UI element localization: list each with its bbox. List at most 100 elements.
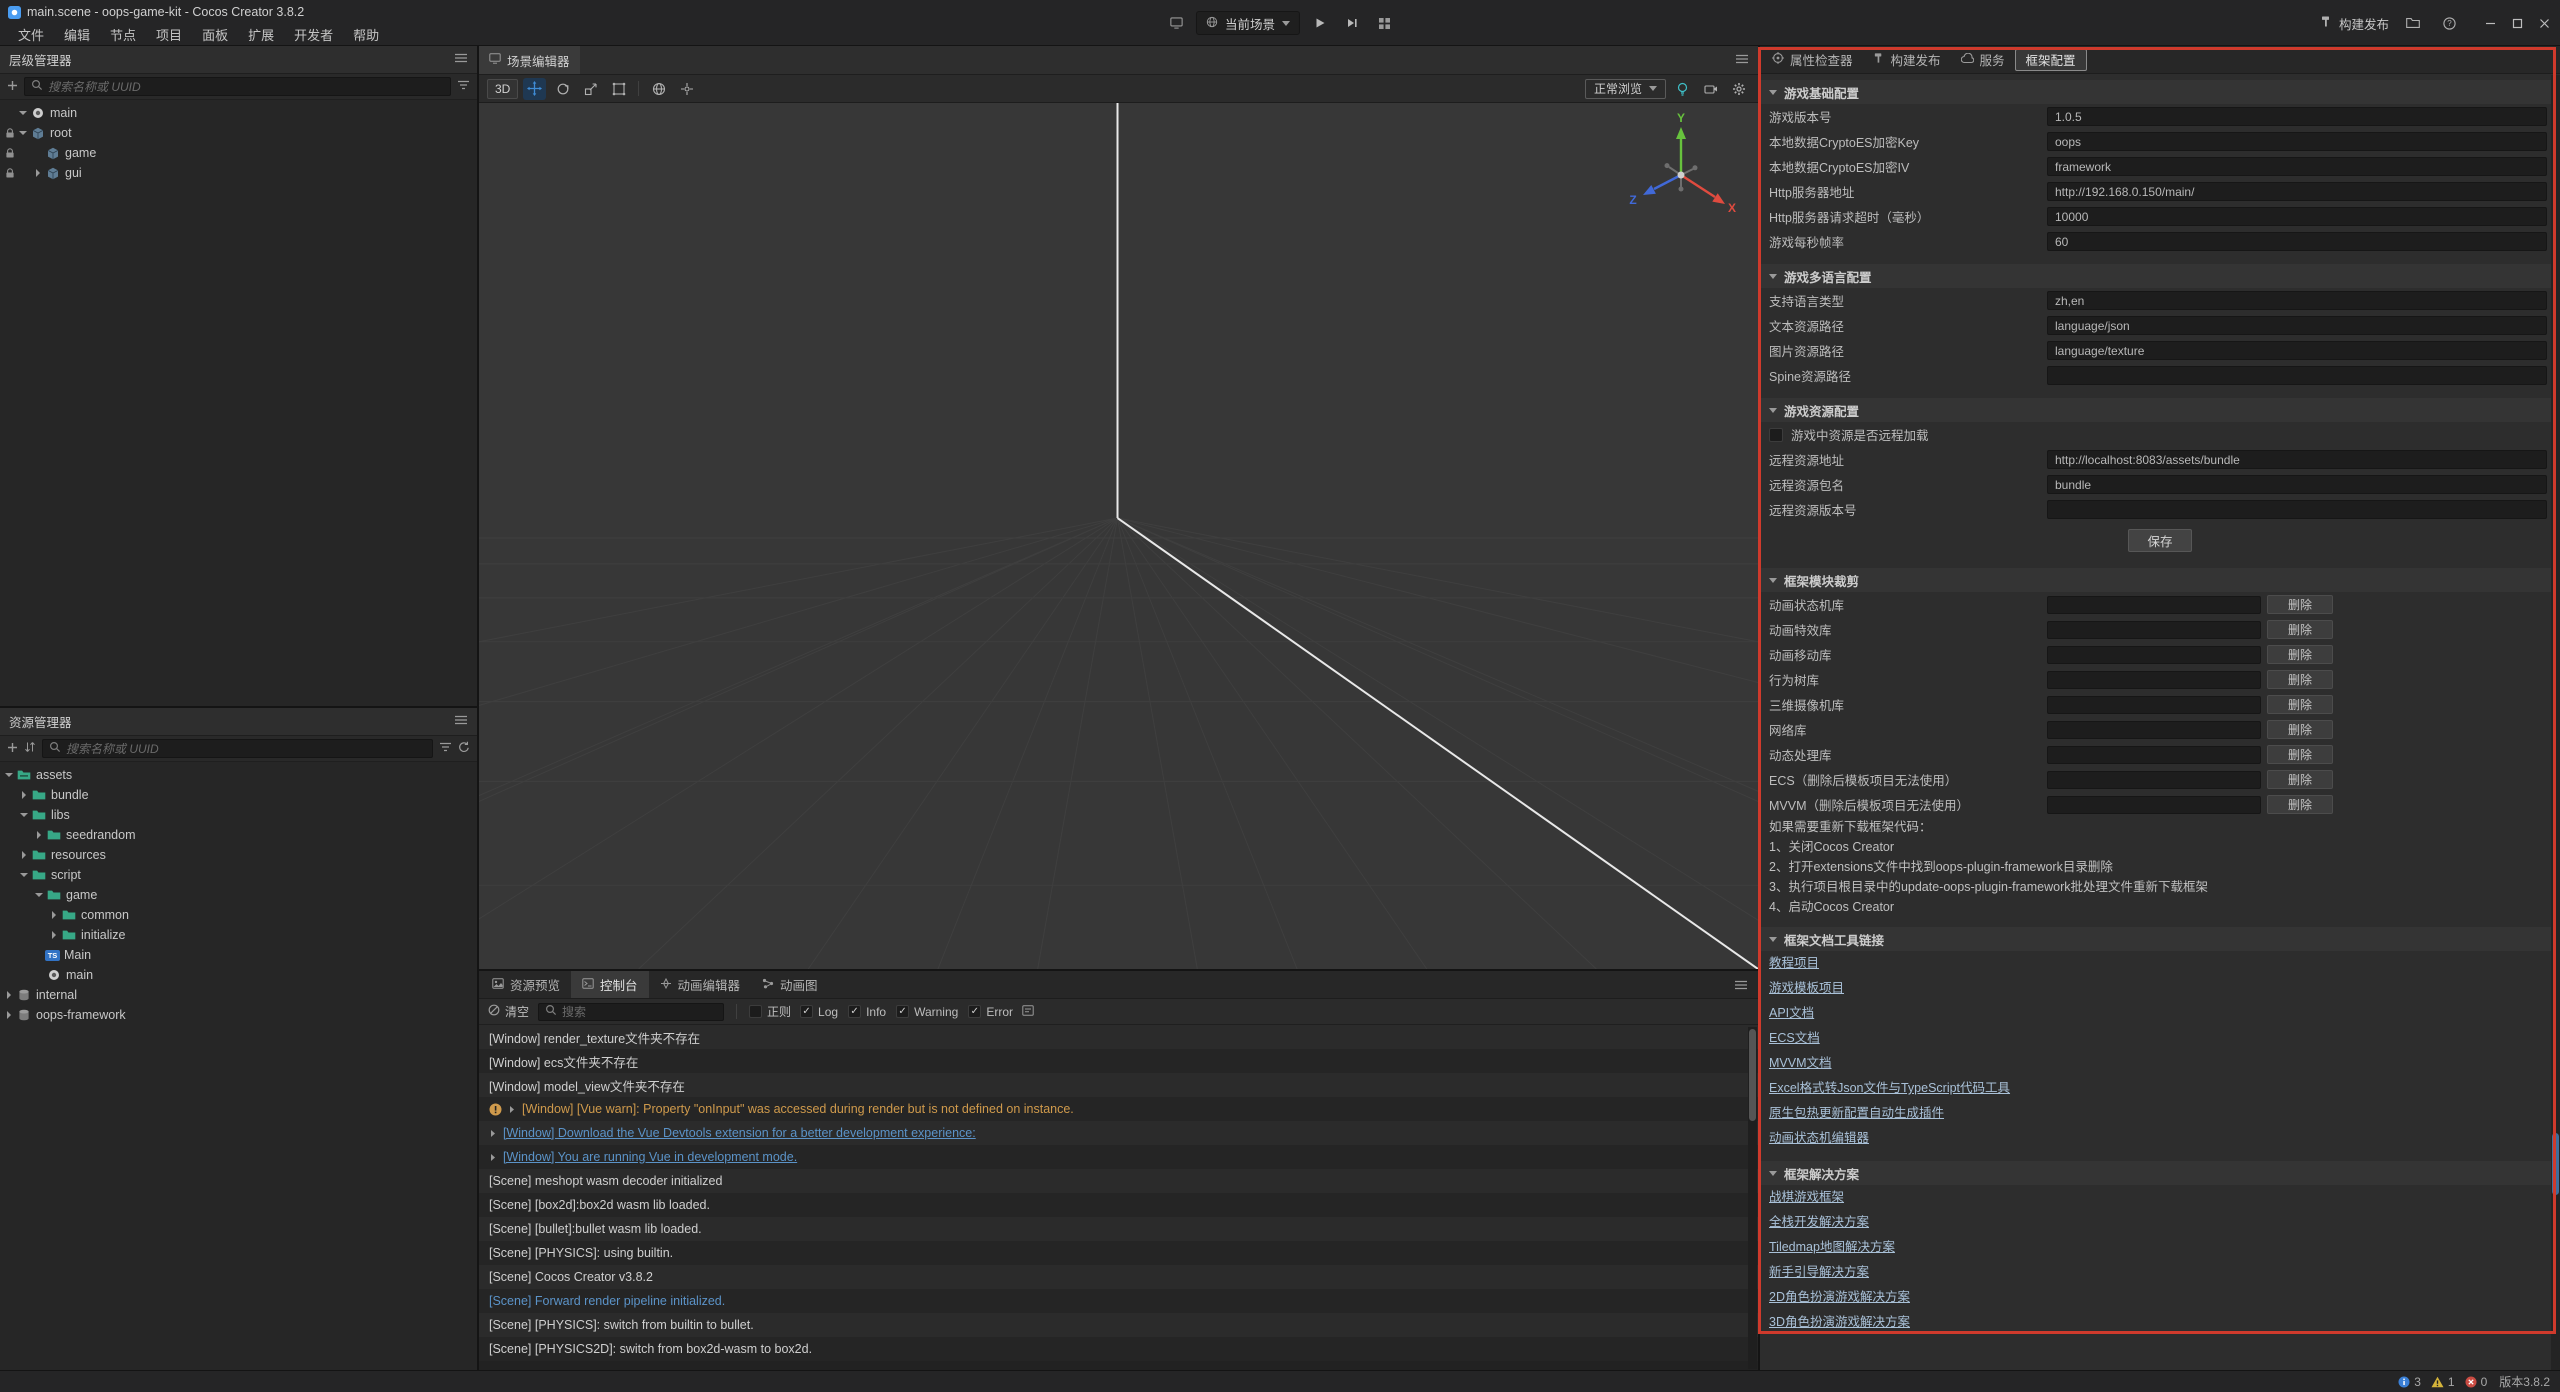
clear-console-button[interactable]: 清空 — [488, 1003, 529, 1020]
property-input[interactable] — [2047, 341, 2547, 360]
property-input[interactable] — [2047, 107, 2547, 126]
tree-node[interactable]: assets — [0, 765, 477, 785]
section-header-resource[interactable]: 游戏资源配置 — [1760, 398, 2560, 422]
space-toggle-icon[interactable] — [647, 78, 670, 100]
status-error-count[interactable]: 0 — [2465, 1375, 2488, 1389]
doc-link[interactable]: 2D角色扮演游戏解决方案 — [1769, 1285, 1910, 1310]
caret-right-icon[interactable] — [3, 991, 15, 999]
current-scene-dropdown[interactable]: 当前场景 — [1196, 11, 1300, 35]
caret-down-icon[interactable] — [33, 893, 45, 897]
panel-menu-icon[interactable] — [1726, 971, 1756, 998]
tree-node[interactable]: resources — [0, 845, 477, 865]
property-input[interactable] — [2047, 316, 2547, 335]
caret-right-icon[interactable] — [48, 911, 60, 919]
panel-menu-icon[interactable] — [454, 714, 468, 729]
section-header-modules[interactable]: 框架模块裁剪 — [1760, 568, 2560, 592]
module-input[interactable] — [2047, 696, 2261, 714]
project-folder-icon[interactable] — [2401, 11, 2425, 35]
doc-link[interactable]: API文档 — [1769, 1001, 1814, 1026]
tab-console[interactable]: 控制台 — [571, 971, 649, 998]
log-row[interactable]: [Scene] [box2d]:box2d wasm lib loaded. — [479, 1193, 1758, 1217]
scene-viewport[interactable]: Y X Z — [479, 103, 1758, 969]
delete-button[interactable]: 删除 — [2267, 620, 2333, 639]
panel-menu-icon[interactable] — [1735, 53, 1749, 68]
sort-assets-icon[interactable] — [24, 740, 36, 758]
property-input[interactable] — [2047, 366, 2547, 385]
doc-link[interactable]: 3D角色扮演游戏解决方案 — [1769, 1310, 1910, 1335]
lock-icon[interactable] — [3, 148, 17, 159]
regex-toggle[interactable]: 正则 — [749, 1003, 791, 1020]
menu-item[interactable]: 帮助 — [343, 25, 389, 44]
tree-node[interactable]: seedrandom — [0, 825, 477, 845]
filter-info[interactable]: Info — [848, 1005, 886, 1019]
doc-link[interactable]: Excel格式转Json文件与TypeScript代码工具 — [1769, 1076, 2010, 1101]
scale-tool-icon[interactable] — [579, 78, 602, 100]
delete-button[interactable]: 删除 — [2267, 770, 2333, 789]
tab-animation-editor[interactable]: 动画编辑器 — [649, 971, 752, 998]
tree-node[interactable]: gui — [0, 163, 477, 183]
log-row[interactable]: [Window] ecs文件夹不存在 — [479, 1049, 1758, 1073]
status-info-count[interactable]: 3 — [2398, 1375, 2421, 1389]
caret-right-icon[interactable] — [18, 851, 30, 859]
scene-camera-icon[interactable] — [1699, 78, 1722, 100]
scrollbar-thumb[interactable] — [1749, 1029, 1756, 1121]
caret-down-icon[interactable] — [3, 773, 15, 777]
delete-button[interactable]: 删除 — [2267, 795, 2333, 814]
menu-item[interactable]: 编辑 — [54, 25, 100, 44]
module-input[interactable] — [2047, 746, 2261, 764]
doc-link[interactable]: 动画状态机编辑器 — [1769, 1126, 1869, 1151]
property-input[interactable] — [2047, 450, 2547, 469]
section-header-basic[interactable]: 游戏基础配置 — [1760, 80, 2560, 104]
tree-node[interactable]: common — [0, 905, 477, 925]
rect-tool-icon[interactable] — [607, 78, 630, 100]
doc-link[interactable]: 教程项目 — [1769, 951, 1819, 976]
menu-item[interactable]: 项目 — [146, 25, 192, 44]
console-search-input[interactable] — [562, 1005, 717, 1019]
module-input[interactable] — [2047, 671, 2261, 689]
tab-build[interactable]: 构建发布 — [1863, 46, 1951, 73]
tree-node[interactable]: script — [0, 865, 477, 885]
caret-right-icon[interactable] — [48, 931, 60, 939]
caret-right-icon[interactable] — [33, 831, 45, 839]
property-input[interactable] — [2047, 475, 2547, 494]
orientation-gizmo[interactable]: Y X Z — [1621, 111, 1741, 231]
play-button[interactable] — [1308, 11, 1332, 35]
doc-link[interactable]: 全栈开发解决方案 — [1769, 1210, 1869, 1235]
maximize-button[interactable] — [2512, 18, 2523, 29]
pivot-toggle-icon[interactable] — [675, 78, 698, 100]
caret-right-icon[interactable] — [18, 791, 30, 799]
log-row[interactable]: [Window] You are running Vue in developm… — [479, 1145, 1758, 1169]
menu-item[interactable]: 文件 — [8, 25, 54, 44]
doc-link[interactable]: 新手引导解决方案 — [1769, 1260, 1869, 1285]
module-input[interactable] — [2047, 621, 2261, 639]
doc-link[interactable]: 游戏模板项目 — [1769, 976, 1844, 1001]
log-row[interactable]: [Scene] [PHYSICS]: switch from builtin t… — [479, 1313, 1758, 1337]
delete-button[interactable]: 删除 — [2267, 645, 2333, 664]
tree-node[interactable]: main — [0, 103, 477, 123]
property-input[interactable] — [2047, 207, 2547, 226]
log-row[interactable]: [Scene] meshopt wasm decoder initialized — [479, 1169, 1758, 1193]
move-tool-icon[interactable] — [523, 78, 546, 100]
close-button[interactable] — [2539, 18, 2550, 29]
refresh-icon[interactable] — [458, 740, 470, 758]
delete-button[interactable]: 删除 — [2267, 670, 2333, 689]
preview-device-icon[interactable] — [1164, 11, 1188, 35]
menu-item[interactable]: 节点 — [100, 25, 146, 44]
menu-item[interactable]: 扩展 — [238, 25, 284, 44]
module-input[interactable] — [2047, 771, 2261, 789]
doc-link[interactable]: 原生包热更新配置自动生成插件 — [1769, 1101, 1944, 1126]
doc-link[interactable]: MVVM文档 — [1769, 1051, 1832, 1076]
view-mode-dropdown[interactable]: 正常浏览 — [1585, 79, 1666, 99]
log-row[interactable]: [Scene] Cocos Creator v3.8.2 — [479, 1265, 1758, 1289]
tree-node[interactable]: game — [0, 143, 477, 163]
log-row[interactable]: [Window] [Vue warn]: Property "onInput" … — [479, 1097, 1758, 1121]
tree-node[interactable]: initialize — [0, 925, 477, 945]
lock-icon[interactable] — [3, 128, 17, 139]
tree-node[interactable]: game — [0, 885, 477, 905]
section-header-docs[interactable]: 框架文档工具链接 — [1760, 927, 2560, 951]
property-input[interactable] — [2047, 291, 2547, 310]
property-input[interactable] — [2047, 232, 2547, 251]
doc-link[interactable]: ECS文档 — [1769, 1026, 1820, 1051]
caret-down-icon[interactable] — [17, 131, 29, 135]
filter-error[interactable]: Error — [968, 1005, 1013, 1019]
